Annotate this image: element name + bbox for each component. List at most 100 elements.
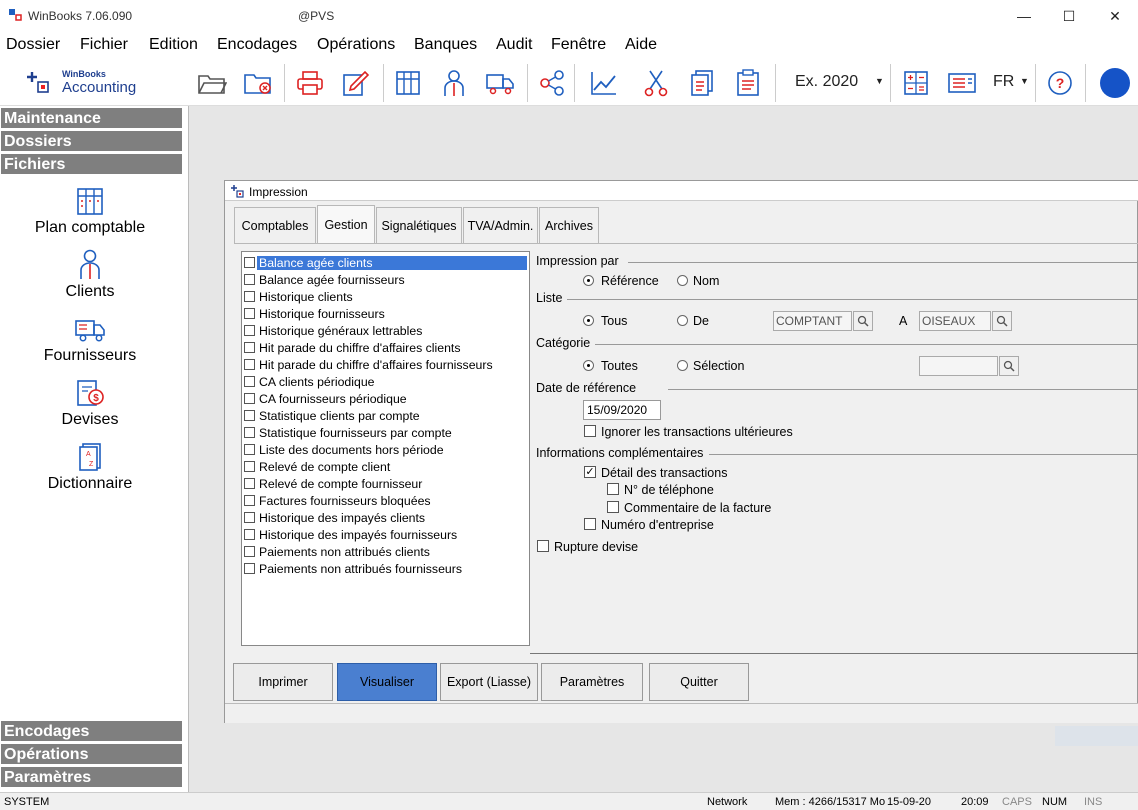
menu-audit[interactable]: Audit	[496, 36, 532, 54]
menu-operations[interactable]: Opérations	[317, 36, 395, 54]
report-list-item[interactable]: Historique fournisseurs	[244, 305, 527, 322]
calculator-button[interactable]	[900, 67, 932, 99]
liste-to-field[interactable]: OISEAUX	[919, 311, 991, 331]
report-list-item[interactable]: CA clients périodique	[244, 373, 527, 390]
sidebar-section-dossiers[interactable]: Dossiers	[1, 131, 182, 152]
tab-comptables[interactable]: Comptables	[234, 207, 316, 243]
report-list[interactable]: Balance agée clients Balance agée fournis…	[241, 251, 530, 646]
phone-checkbox[interactable]	[607, 483, 619, 495]
liste-from-lookup-button[interactable]	[853, 311, 873, 331]
suppliers-button[interactable]	[484, 67, 516, 99]
statistics-button[interactable]	[588, 67, 620, 99]
report-list-item[interactable]: Historique généraux lettrables	[244, 322, 527, 339]
report-list-item[interactable]: Hit parade du chiffre d'affaires fournis…	[244, 356, 527, 373]
edit-button[interactable]	[340, 67, 372, 99]
report-list-item[interactable]: Historique des impayés fournisseurs	[244, 526, 527, 543]
minimize-button[interactable]: —	[1001, 0, 1047, 32]
sidebar-item-plan-comptable[interactable]: Plan comptable	[0, 182, 180, 237]
ignore-later-transactions-checkbox[interactable]	[584, 425, 596, 437]
sidebar-item-devises[interactable]: $ Devises	[0, 374, 180, 429]
radio-selection[interactable]	[677, 360, 688, 371]
report-checkbox[interactable]	[244, 427, 255, 438]
liste-to-lookup-button[interactable]	[992, 311, 1012, 331]
sidebar-item-dictionnaire[interactable]: AZ Dictionnaire	[0, 438, 180, 493]
report-list-item[interactable]: Hit parade du chiffre d'affaires clients	[244, 339, 527, 356]
categorie-lookup-button[interactable]	[999, 356, 1019, 376]
report-list-item[interactable]: Balance agée fournisseurs	[244, 271, 527, 288]
liste-from-field[interactable]: COMPTANT	[773, 311, 852, 331]
report-checkbox[interactable]	[244, 512, 255, 523]
report-checkbox[interactable]	[244, 393, 255, 404]
journal-button[interactable]	[946, 67, 978, 99]
close-folder-button[interactable]	[242, 67, 274, 99]
report-checkbox[interactable]	[244, 529, 255, 540]
sidebar-section-parametres[interactable]: Paramètres	[1, 767, 182, 788]
report-list-item[interactable]: Factures fournisseurs bloquées	[244, 492, 527, 509]
view-button[interactable]: Visualiser	[337, 663, 437, 701]
report-checkbox[interactable]	[244, 546, 255, 557]
report-list-item[interactable]: Paiements non attribués clients	[244, 543, 527, 560]
report-checkbox[interactable]	[244, 376, 255, 387]
detail-transactions-checkbox[interactable]: ✓	[584, 466, 596, 478]
report-checkbox[interactable]	[244, 342, 255, 353]
sidebar-item-clients[interactable]: Clients	[0, 246, 180, 301]
report-checkbox[interactable]	[244, 410, 255, 421]
report-checkbox[interactable]	[244, 359, 255, 370]
share-button[interactable]	[536, 67, 568, 99]
report-checkbox[interactable]	[244, 274, 255, 285]
report-list-item[interactable]: Relevé de compte client	[244, 458, 527, 475]
report-checkbox[interactable]	[244, 444, 255, 455]
report-checkbox[interactable]	[244, 291, 255, 302]
menu-dossier[interactable]: Dossier	[6, 36, 60, 54]
quit-button[interactable]: Quitter	[649, 663, 749, 701]
cut-button[interactable]	[640, 67, 672, 99]
copy-button[interactable]	[686, 67, 718, 99]
report-checkbox[interactable]	[244, 478, 255, 489]
print-button[interactable]: Imprimer	[233, 663, 333, 701]
radio-tous[interactable]	[583, 315, 594, 326]
export-button[interactable]: Export (Liasse)	[440, 663, 538, 701]
help-button[interactable]: ?	[1044, 67, 1076, 99]
tab-gestion[interactable]: Gestion	[317, 205, 375, 243]
clients-button[interactable]	[438, 67, 470, 99]
sidebar-section-operations[interactable]: Opérations	[1, 744, 182, 765]
report-list-item[interactable]: Liste des documents hors période	[244, 441, 527, 458]
radio-toutes[interactable]	[583, 360, 594, 371]
menu-edition[interactable]: Edition	[149, 36, 198, 54]
sidebar-item-fournisseurs[interactable]: Fournisseurs	[0, 310, 180, 365]
sidebar-section-encodages[interactable]: Encodages	[1, 721, 182, 742]
report-list-item[interactable]: Historique des impayés clients	[244, 509, 527, 526]
menu-aide[interactable]: Aide	[625, 36, 657, 54]
menu-fichier[interactable]: Fichier	[80, 36, 128, 54]
report-checkbox[interactable]	[244, 495, 255, 506]
report-checkbox[interactable]	[244, 308, 255, 319]
menu-fenetre[interactable]: Fenêtre	[551, 36, 606, 54]
radio-nom[interactable]	[677, 275, 688, 286]
company-number-checkbox[interactable]	[584, 518, 596, 530]
maximize-button[interactable]: ☐	[1046, 0, 1092, 32]
report-list-item[interactable]: Paiements non attribués fournisseurs	[244, 560, 527, 577]
report-checkbox[interactable]	[244, 257, 255, 268]
radio-de[interactable]	[677, 315, 688, 326]
report-checkbox[interactable]	[244, 563, 255, 574]
close-button[interactable]: ✕	[1092, 0, 1138, 32]
sidebar-section-maintenance[interactable]: Maintenance	[1, 108, 182, 129]
print-button[interactable]	[294, 67, 326, 99]
tab-tva-admin[interactable]: TVA/Admin.	[463, 207, 538, 243]
rupture-devise-checkbox[interactable]	[537, 540, 549, 552]
user-avatar[interactable]	[1100, 68, 1130, 98]
report-checkbox[interactable]	[244, 461, 255, 472]
sidebar-section-fichiers[interactable]: Fichiers	[1, 154, 182, 175]
report-list-item[interactable]: Balance agée clients	[244, 254, 527, 271]
tab-archives[interactable]: Archives	[539, 207, 599, 243]
radio-reference[interactable]	[583, 275, 594, 286]
report-list-item[interactable]: Relevé de compte fournisseur	[244, 475, 527, 492]
report-list-item[interactable]: Statistique clients par compte	[244, 407, 527, 424]
paste-button[interactable]	[732, 67, 764, 99]
open-folder-button[interactable]	[196, 67, 228, 99]
tab-signaletiques[interactable]: Signalétiques	[376, 207, 462, 243]
report-list-item[interactable]: CA fournisseurs périodique	[244, 390, 527, 407]
menu-encodages[interactable]: Encodages	[217, 36, 297, 54]
chart-of-accounts-button[interactable]	[392, 67, 424, 99]
invoice-comment-checkbox[interactable]	[607, 501, 619, 513]
